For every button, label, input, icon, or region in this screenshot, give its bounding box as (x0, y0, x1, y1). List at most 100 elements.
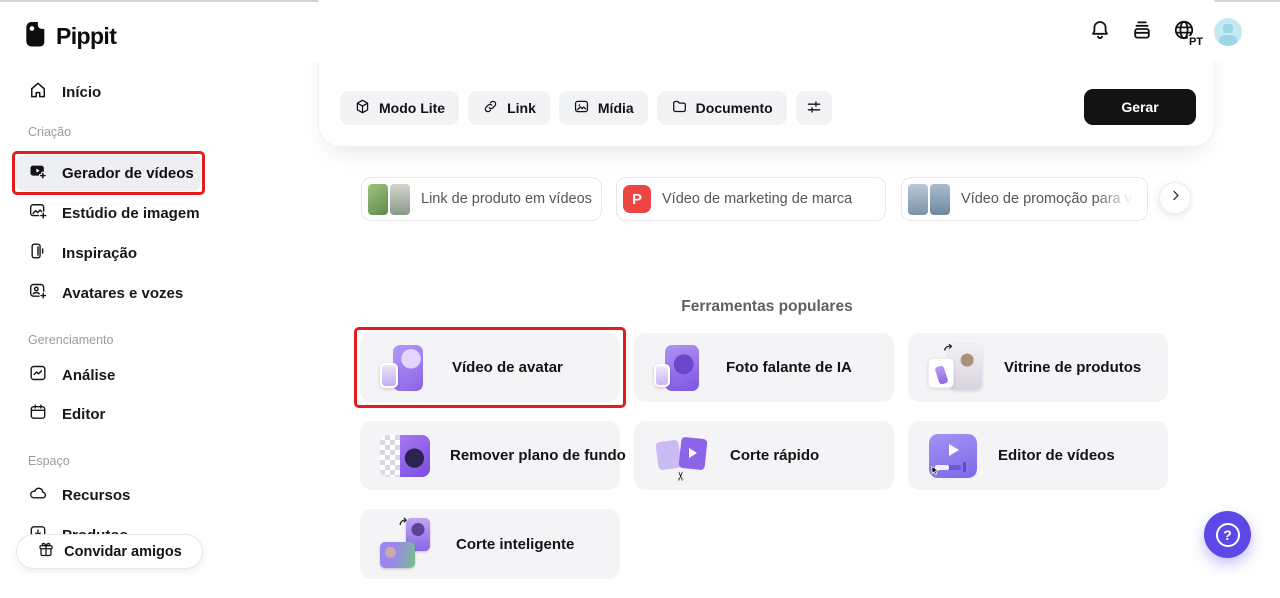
tool-card-remover-plano-de-fundo[interactable]: Remover plano de fundo (360, 421, 620, 490)
link-button[interactable]: Link (468, 91, 550, 125)
talking-photo-thumbnail (654, 342, 706, 394)
folder-icon (671, 98, 688, 118)
avatar-silhouette (1223, 24, 1233, 33)
tool-card-corte-inteligente[interactable]: Corte inteligente (360, 509, 620, 579)
sidebar-item-editor[interactable]: Editor (28, 402, 105, 426)
document-button[interactable]: Documento (657, 91, 787, 125)
sidebar-item-label: Análise (62, 367, 115, 384)
suggestion-chip-brand-marketing[interactable]: P Vídeo de marketing de marca (616, 177, 886, 221)
background-remove-thumbnail (380, 435, 430, 477)
invite-friends-label: Convidar amigos (64, 544, 182, 560)
mode-lite-button[interactable]: Modo Lite (340, 91, 459, 125)
link-icon (482, 98, 499, 118)
p-badge: P (623, 185, 651, 213)
invite-friends-button[interactable]: Convidar amigos (16, 534, 203, 569)
question-icon: ? (1216, 523, 1240, 547)
chip-label: Vídeo de marketing de marca (662, 191, 852, 207)
video-editor-thumbnail (928, 433, 978, 479)
chevron-right-icon (1168, 188, 1183, 208)
sidebar-section-espaco: Espaço (28, 454, 70, 468)
cloud-icon (28, 483, 48, 508)
sidebar-item-estudio-de-imagem[interactable]: Estúdio de imagem (28, 201, 200, 225)
image-icon (573, 98, 590, 118)
orders-button[interactable] (1130, 20, 1154, 44)
media-button[interactable]: Mídia (559, 91, 648, 125)
popular-tools-grid: Vídeo de avatar Foto falante de IA Vitri… (360, 333, 1174, 579)
tool-card-label: Corte rápido (730, 447, 819, 464)
topbar: Pippit PT (0, 2, 1280, 62)
sidebar-section-gerenciamento: Gerenciamento (28, 333, 113, 347)
sidebar-item-avatares-e-vozes[interactable]: Avatares e vozes (28, 281, 183, 305)
orders-icon (1130, 18, 1154, 47)
brand-name: Pippit (56, 23, 116, 50)
bell-icon (1088, 18, 1112, 47)
video-plus-icon (28, 161, 48, 186)
sidebar-item-recursos[interactable]: Recursos (28, 483, 130, 507)
calendar-icon (28, 402, 48, 427)
sidebar-item-label: Editor (62, 406, 105, 423)
settings-sliders-button[interactable] (796, 91, 832, 125)
notifications-button[interactable] (1088, 20, 1112, 44)
generate-button[interactable]: Gerar (1084, 89, 1196, 125)
topbar-actions: PT (1088, 18, 1242, 46)
tool-card-label: Vitrine de produtos (1004, 359, 1141, 376)
suggestion-chip-promo-video[interactable]: Vídeo de promoção para volta (901, 177, 1148, 221)
curved-arrow-icon (942, 342, 955, 360)
carousel-next-button[interactable] (1159, 182, 1191, 214)
sidebar-item-label: Recursos (62, 487, 130, 504)
sidebar: Início Criação Gerador de vídeos Estúdio… (0, 62, 230, 598)
generate-label: Gerar (1121, 99, 1158, 115)
document-label: Documento (696, 100, 773, 116)
mode-lite-label: Modo Lite (379, 100, 445, 116)
tool-card-corte-rapido[interactable]: ✂ Corte rápido (634, 421, 894, 490)
smart-crop-thumbnail (380, 518, 436, 570)
tool-card-label: Editor de vídeos (998, 447, 1115, 464)
suggestion-chip-product-link[interactable]: Link de produto em vídeos (361, 177, 602, 221)
sidebar-item-label: Inspiração (62, 245, 137, 262)
curved-arrow-icon (398, 516, 411, 534)
composer-toolbar: Modo Lite Link Mídia Documento (340, 91, 832, 125)
sidebar-item-label: Início (62, 84, 101, 101)
image-plus-icon (28, 201, 48, 226)
chart-icon (28, 363, 48, 388)
sidebar-item-label: Estúdio de imagem (62, 205, 200, 222)
avatar-video-thumbnail (380, 342, 432, 394)
user-avatar[interactable] (1214, 18, 1242, 46)
sidebar-item-analise[interactable]: Análise (28, 363, 115, 387)
sidebar-item-inicio[interactable]: Início (28, 80, 101, 104)
chip-thumbnail (368, 184, 410, 215)
tool-card-label: Remover plano de fundo (450, 447, 626, 464)
link-label: Link (507, 100, 536, 116)
tool-card-label: Foto falante de IA (726, 359, 852, 376)
tool-card-video-de-avatar[interactable]: Vídeo de avatar (360, 333, 620, 402)
brand-logo[interactable]: Pippit (24, 20, 116, 53)
gift-icon (37, 540, 55, 563)
sidebar-item-inspiracao[interactable]: Inspiração (28, 241, 137, 265)
tool-card-label: Vídeo de avatar (452, 359, 563, 376)
sidebar-item-label: Gerador de vídeos (62, 165, 194, 182)
media-label: Mídia (598, 100, 634, 116)
sliders-icon (805, 98, 823, 119)
product-showcase-thumbnail (928, 342, 984, 394)
chip-label: Link de produto em vídeos (421, 191, 592, 207)
sidebar-item-gerador-de-videos[interactable]: Gerador de vídeos (16, 155, 201, 191)
popular-tools-title: Ferramentas populares (360, 298, 1174, 316)
tool-card-foto-falante-de-ia[interactable]: Foto falante de IA (634, 333, 894, 402)
chip-thumbnail (908, 184, 950, 215)
sidebar-item-label: Avatares e vozes (62, 285, 183, 302)
tool-card-editor-de-videos[interactable]: Editor de vídeos (908, 421, 1168, 490)
device-icon (28, 241, 48, 266)
language-code: PT (1188, 36, 1204, 48)
chip-fade (1095, 178, 1147, 220)
person-plus-icon (28, 281, 48, 306)
sidebar-section-criacao: Criação (28, 125, 71, 139)
tool-card-label: Corte inteligente (456, 536, 574, 553)
quick-cut-thumbnail: ✂ (654, 433, 710, 479)
cube-icon (354, 98, 371, 118)
scissors-icon: ✂ (674, 470, 688, 480)
cursor-icon (929, 464, 941, 482)
language-button[interactable]: PT (1172, 20, 1196, 44)
home-icon (28, 80, 48, 105)
tool-card-vitrine-de-produtos[interactable]: Vitrine de produtos (908, 333, 1168, 402)
help-button[interactable]: ? (1204, 511, 1251, 558)
